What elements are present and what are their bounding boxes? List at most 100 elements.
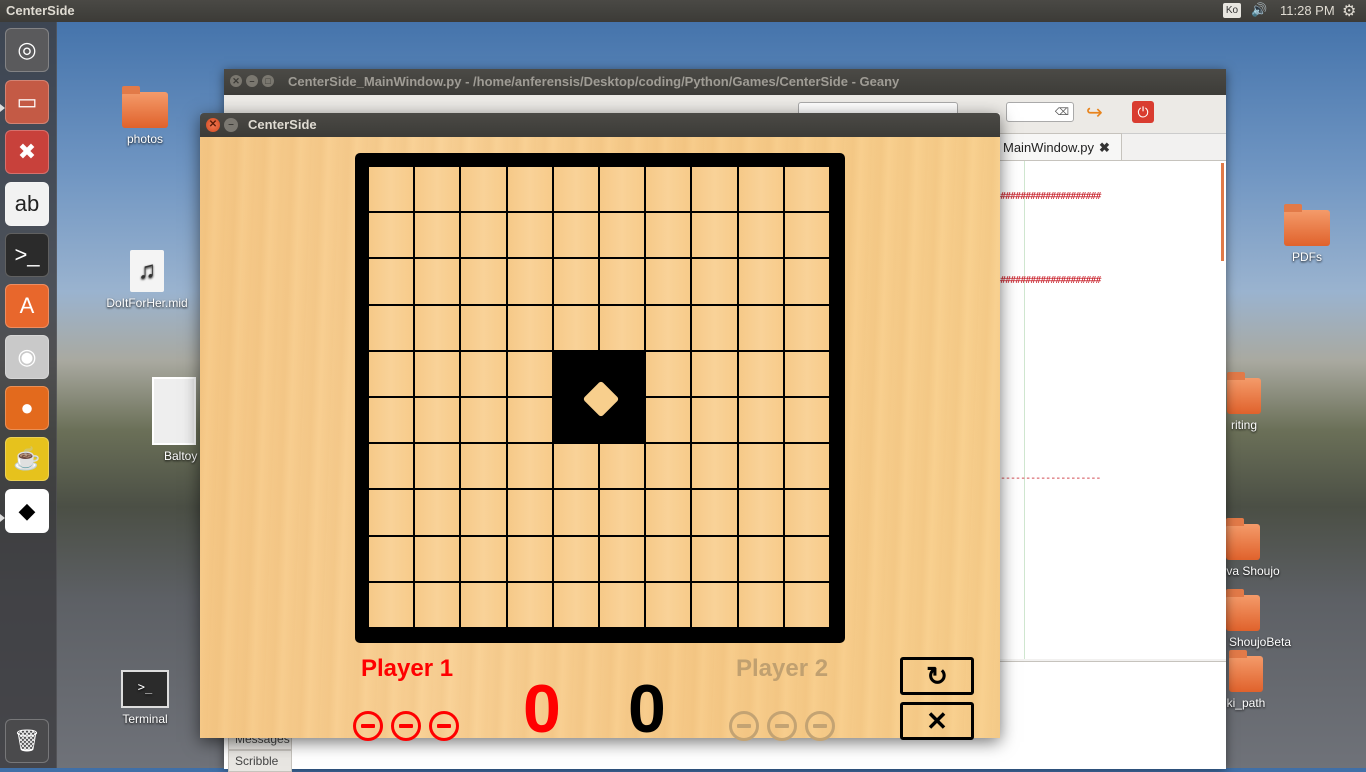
board-cell[interactable] [553, 213, 598, 258]
board-cell[interactable] [784, 444, 829, 489]
board-cell[interactable] [784, 213, 829, 258]
board-cell[interactable] [553, 259, 598, 304]
board-cell[interactable] [600, 444, 645, 489]
board-cell[interactable] [738, 582, 783, 627]
board-cell[interactable] [369, 398, 414, 443]
board-cell[interactable] [646, 490, 691, 535]
board-cell[interactable] [461, 167, 506, 212]
board-cell[interactable] [692, 351, 737, 396]
volume-icon[interactable]: 🔊 [1251, 2, 1267, 18]
dash-icon[interactable]: ◎ [5, 28, 49, 72]
board-cell[interactable] [415, 259, 460, 304]
board-cell[interactable] [461, 490, 506, 535]
board-cell[interactable] [646, 167, 691, 212]
tab-scribble[interactable]: Scribble [228, 750, 292, 772]
board-cell[interactable] [646, 582, 691, 627]
board-cell[interactable] [692, 582, 737, 627]
board-cell[interactable] [692, 536, 737, 581]
board-cell[interactable] [415, 490, 460, 535]
board-cell[interactable] [369, 582, 414, 627]
board-cell[interactable] [738, 490, 783, 535]
board-cell[interactable] [784, 259, 829, 304]
board-cell[interactable] [369, 305, 414, 350]
desktop-folder-pdfs[interactable]: PDFs [1262, 204, 1352, 264]
board-cell[interactable] [415, 167, 460, 212]
board-cell[interactable] [600, 259, 645, 304]
board-cell[interactable] [646, 444, 691, 489]
maximize-icon[interactable]: □ [262, 75, 274, 87]
board-cell[interactable] [415, 351, 460, 396]
board-cell[interactable] [507, 444, 552, 489]
power-icon[interactable]: ⏻ [1132, 101, 1154, 123]
board-cell[interactable] [600, 582, 645, 627]
close-icon[interactable]: ✖ [1099, 140, 1110, 155]
desktop-folder-path[interactable]: ki_path [1222, 650, 1270, 710]
board-cell[interactable] [738, 167, 783, 212]
desktop-image-baltoy[interactable]: Baltoy [152, 377, 200, 463]
camera-icon[interactable]: ◉ [5, 335, 49, 379]
board-cell[interactable] [738, 259, 783, 304]
board-cell[interactable] [646, 259, 691, 304]
board-cell[interactable] [738, 305, 783, 350]
board-cell[interactable] [507, 305, 552, 350]
board-cell[interactable] [646, 398, 691, 443]
board-cell[interactable] [507, 167, 552, 212]
board-cell[interactable] [369, 444, 414, 489]
centerside-app-icon[interactable]: ◆ [5, 489, 49, 533]
board-cell[interactable] [415, 213, 460, 258]
board-cell[interactable] [461, 259, 506, 304]
board-cell[interactable] [553, 167, 598, 212]
board-cell[interactable] [507, 582, 552, 627]
character-map-icon[interactable]: ab [5, 182, 49, 226]
software-center-icon[interactable]: A [5, 284, 49, 328]
desktop-folder-shoujo[interactable]: va Shoujo [1222, 518, 1284, 578]
code-editor[interactable]: #################### ###################… [994, 160, 1226, 659]
file-manager-icon[interactable]: ▭ [5, 80, 49, 124]
board-cell[interactable] [646, 351, 691, 396]
goto-line-input[interactable]: ⌫ [1006, 102, 1074, 122]
board-cell[interactable] [738, 398, 783, 443]
board-cell[interactable] [415, 444, 460, 489]
system-settings-icon[interactable]: ✖ [5, 130, 49, 174]
board-cell[interactable] [461, 351, 506, 396]
keyboard-indicator[interactable]: Ko [1223, 3, 1241, 18]
board-cell[interactable] [738, 213, 783, 258]
restart-button[interactable]: ↻ [900, 657, 974, 695]
board-cell[interactable] [369, 259, 414, 304]
board-cell[interactable] [507, 398, 552, 443]
board-cell[interactable] [461, 444, 506, 489]
board-cell[interactable] [461, 213, 506, 258]
board-cell[interactable] [600, 213, 645, 258]
board-cell[interactable] [692, 398, 737, 443]
board-cell[interactable] [553, 582, 598, 627]
board-cell[interactable] [784, 305, 829, 350]
desktop-file-midi[interactable]: ♫ DoItForHer.mid [102, 250, 192, 310]
minimize-icon[interactable]: – [246, 75, 258, 87]
board-cell[interactable] [646, 536, 691, 581]
board-cell[interactable] [692, 259, 737, 304]
board-cell[interactable] [507, 351, 552, 396]
board-cell[interactable] [415, 305, 460, 350]
board-cell[interactable] [415, 582, 460, 627]
close-icon[interactable]: ✕ [206, 118, 220, 132]
firefox-icon[interactable]: ● [5, 386, 49, 430]
gear-icon[interactable]: ⚙ [1342, 1, 1356, 21]
kettle-icon[interactable]: ☕ [5, 437, 49, 481]
board-cell[interactable] [738, 536, 783, 581]
board-cell[interactable] [692, 444, 737, 489]
board-cell[interactable] [369, 167, 414, 212]
board-cell[interactable] [369, 351, 414, 396]
desktop-launcher-terminal[interactable]: >_ Terminal [100, 670, 190, 726]
minimize-icon[interactable]: – [224, 118, 238, 132]
board-cell[interactable] [507, 536, 552, 581]
board-cell[interactable] [692, 167, 737, 212]
board-cell[interactable] [784, 490, 829, 535]
close-icon[interactable]: ✕ [230, 75, 242, 87]
board-cell[interactable] [369, 213, 414, 258]
tab-mainwindow[interactable]: MainWindow.py ✖ [994, 133, 1122, 160]
board-cell[interactable] [692, 490, 737, 535]
board-cell[interactable] [415, 536, 460, 581]
board-cell[interactable] [784, 536, 829, 581]
board-cell[interactable] [692, 213, 737, 258]
board-cell[interactable] [600, 490, 645, 535]
